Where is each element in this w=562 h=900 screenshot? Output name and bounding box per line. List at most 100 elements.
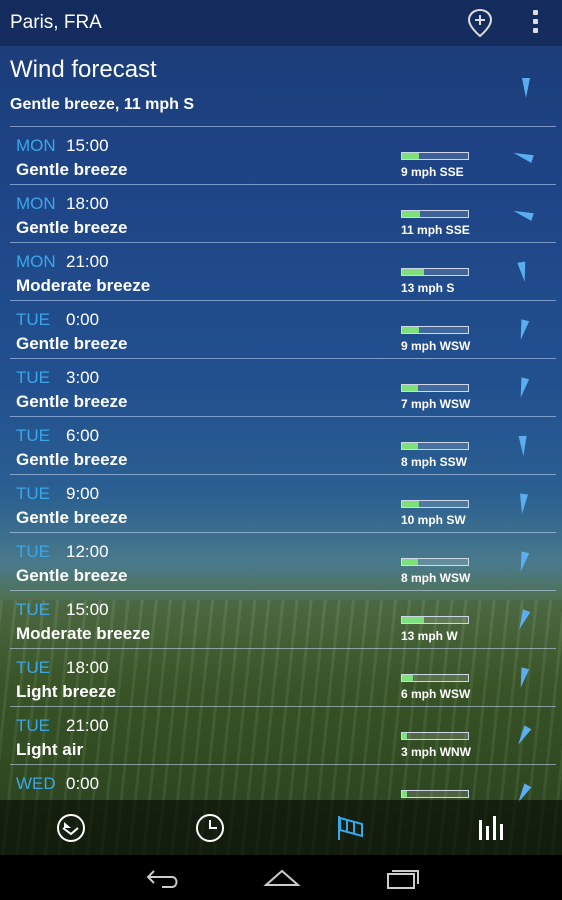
back-icon[interactable] xyxy=(142,865,182,891)
row-time: 12:00 xyxy=(66,542,109,561)
row-day: TUE xyxy=(16,310,50,329)
row-speed: 13 mph S xyxy=(401,281,455,295)
row-day: TUE xyxy=(16,542,50,561)
row-time: 15:00 xyxy=(66,136,109,155)
forecast-row[interactable]: TUE 6:00 Gentle breeze 8 mph SSW xyxy=(10,416,556,474)
forecast-row[interactable]: TUE 21:00 Light air 3 mph WNW xyxy=(10,706,556,764)
wind-strength-bar xyxy=(401,500,469,508)
wind-direction-arrow-icon xyxy=(510,723,536,749)
row-description: Gentle breeze xyxy=(16,160,128,179)
wind-flag-icon[interactable] xyxy=(334,812,368,844)
row-time: 6:00 xyxy=(66,426,100,445)
forecast-row[interactable]: TUE 0:00 Gentle breeze 9 mph WSW xyxy=(10,300,556,358)
map-pin-plus-icon[interactable] xyxy=(467,8,493,38)
wind-direction-arrow-icon xyxy=(510,491,536,517)
wind-strength-fill xyxy=(402,559,418,565)
wind-header: Wind forecast Gentle breeze, 11 mph S xyxy=(10,56,550,126)
row-time: 0:00 xyxy=(66,310,100,329)
wind-strength-fill xyxy=(402,791,408,797)
forecast-row[interactable]: TUE 15:00 Moderate breeze 13 mph W xyxy=(10,590,556,648)
system-nav-bar xyxy=(0,855,562,900)
forecast-row[interactable]: TUE 9:00 Gentle breeze 10 mph SW xyxy=(10,474,556,532)
row-speed: 9 mph SSE xyxy=(401,165,464,179)
hourly-clock-icon[interactable] xyxy=(193,812,227,844)
wind-strength-fill xyxy=(402,385,418,391)
daily-bars-icon[interactable] xyxy=(475,812,509,844)
wind-direction-arrow-icon xyxy=(516,76,536,100)
wind-strength-fill xyxy=(402,617,424,623)
wind-strength-bar xyxy=(401,384,469,392)
row-day: MON xyxy=(16,252,56,271)
row-day: WED xyxy=(16,774,56,793)
row-time: 9:00 xyxy=(66,484,100,503)
row-speed: 13 mph W xyxy=(401,629,458,643)
row-time: 18:00 xyxy=(66,194,109,213)
row-description: Light breeze xyxy=(16,682,117,701)
overflow-menu-icon[interactable] xyxy=(528,10,542,36)
row-speed: 9 mph WSW xyxy=(401,339,471,353)
app-screen: Paris, FRA Wind forecast Gentle breeze, … xyxy=(0,0,562,855)
wind-direction-arrow-icon xyxy=(510,607,536,633)
row-speed: 11 mph SSE xyxy=(401,223,470,237)
row-day: MON xyxy=(16,194,56,213)
wind-strength-fill xyxy=(402,211,421,217)
wind-strength-fill xyxy=(402,269,424,275)
wind-strength-fill xyxy=(402,327,419,333)
current-wind: Gentle breeze, 11 mph S xyxy=(10,96,195,113)
row-day: MON xyxy=(16,136,56,155)
page-title: Wind forecast xyxy=(10,56,157,83)
row-day: TUE xyxy=(16,426,50,445)
forecast-row[interactable]: TUE 18:00 Light breeze 6 mph WSW xyxy=(10,648,556,706)
row-day: TUE xyxy=(16,600,50,619)
row-time: 21:00 xyxy=(66,716,109,735)
row-day: TUE xyxy=(16,716,50,735)
wind-strength-bar xyxy=(401,442,469,450)
row-day: TUE xyxy=(16,658,50,677)
wind-direction-arrow-icon xyxy=(510,143,536,169)
wind-strength-fill xyxy=(402,501,419,507)
wind-direction-arrow-icon xyxy=(510,201,536,227)
recents-icon[interactable] xyxy=(382,865,422,891)
row-speed: 8 mph SSW xyxy=(401,455,468,469)
row-time: 0:00 xyxy=(66,774,100,793)
wind-strength-bar xyxy=(401,326,469,334)
wind-strength-bar xyxy=(401,210,469,218)
home-icon[interactable] xyxy=(262,865,302,891)
wind-strength-bar xyxy=(401,268,469,276)
row-description: Gentle breeze xyxy=(16,334,128,353)
wind-strength-fill xyxy=(402,443,418,449)
row-speed: 3 mph WNW xyxy=(401,745,471,759)
wind-strength-fill xyxy=(402,733,408,739)
forecast-row[interactable]: MON 21:00 Moderate breeze 13 mph S xyxy=(10,242,556,300)
row-speed: 10 mph SW xyxy=(401,513,466,527)
city-title[interactable]: Paris, FRA xyxy=(10,12,102,34)
row-description: Gentle breeze xyxy=(16,566,128,585)
forecast-row[interactable]: TUE 3:00 Gentle breeze 7 mph WSW xyxy=(10,358,556,416)
row-description: Moderate breeze xyxy=(16,276,151,295)
wind-strength-fill xyxy=(402,153,419,159)
row-description: Gentle breeze xyxy=(16,392,128,411)
wind-strength-fill xyxy=(402,675,413,681)
row-description: Gentle breeze xyxy=(16,450,128,469)
row-description: Light air xyxy=(16,740,84,759)
forecast-list[interactable]: MON 15:00 Gentle breeze 9 mph SSE MON 18… xyxy=(10,126,556,822)
wind-strength-bar xyxy=(401,558,469,566)
wind-strength-bar xyxy=(401,152,469,160)
wind-direction-arrow-icon xyxy=(510,317,536,343)
row-time: 3:00 xyxy=(66,368,100,387)
row-time: 21:00 xyxy=(66,252,109,271)
forecast-row[interactable]: MON 18:00 Gentle breeze 11 mph SSE xyxy=(10,184,556,242)
row-time: 15:00 xyxy=(66,600,109,619)
row-speed: 8 mph WSW xyxy=(401,571,471,585)
wind-direction-arrow-icon xyxy=(510,375,536,401)
wind-strength-bar xyxy=(401,674,469,682)
wind-direction-arrow-icon xyxy=(510,665,536,691)
row-description: Moderate breeze xyxy=(16,624,151,643)
wind-direction-arrow-icon xyxy=(510,259,536,285)
row-speed: 6 mph WSW xyxy=(401,687,471,701)
forecast-row[interactable]: TUE 12:00 Gentle breeze 8 mph WSW xyxy=(10,532,556,590)
row-day: TUE xyxy=(16,484,50,503)
row-description: Gentle breeze xyxy=(16,218,128,237)
forecast-row[interactable]: MON 15:00 Gentle breeze 9 mph SSE xyxy=(10,126,556,184)
today-pie-icon[interactable] xyxy=(54,812,88,844)
